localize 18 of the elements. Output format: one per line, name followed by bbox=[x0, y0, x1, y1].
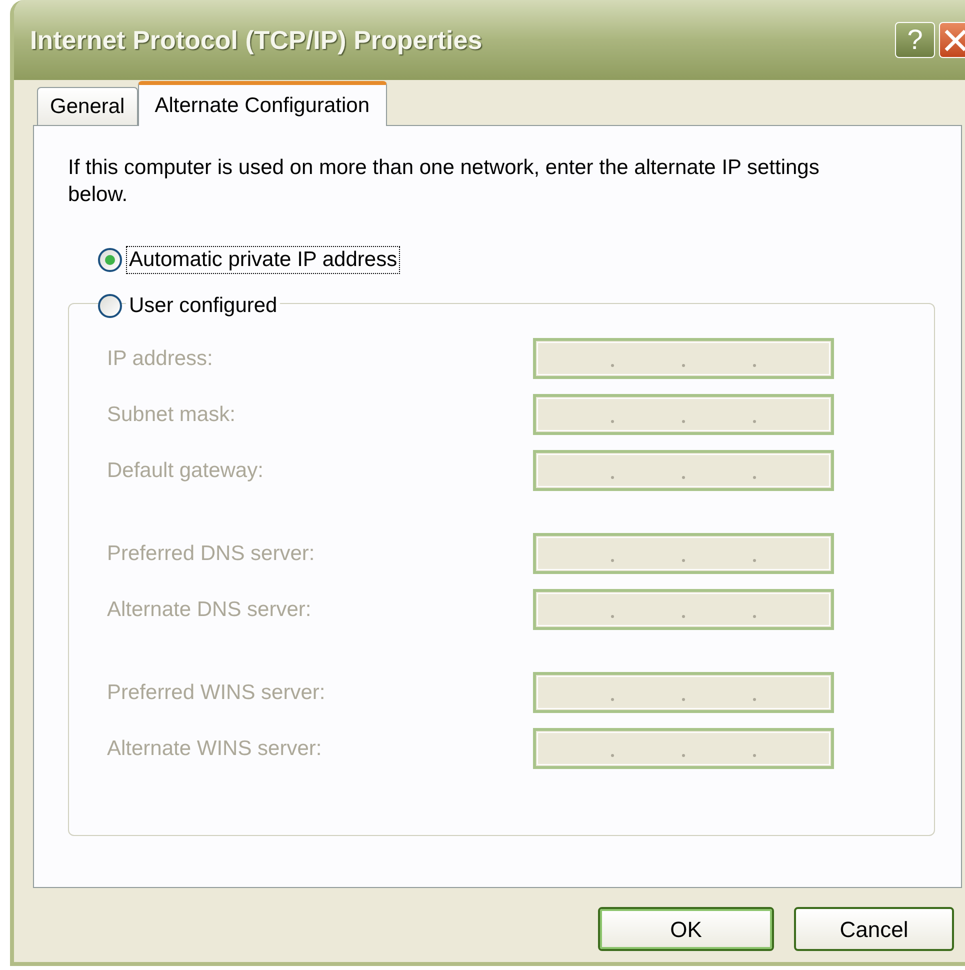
field-label: IP address: bbox=[107, 346, 213, 372]
field-label: Subnet mask: bbox=[107, 402, 236, 428]
tab[interactable]: General bbox=[37, 87, 138, 125]
close-button[interactable] bbox=[939, 22, 965, 58]
field-label: Preferred WINS server: bbox=[107, 680, 326, 706]
intro-text: If this computer is used on more than one network, enter the alternate IP settings below. bbox=[68, 155, 820, 208]
close-icon bbox=[943, 28, 965, 52]
radio-label[interactable]: Automatic private IP address bbox=[126, 246, 400, 274]
tab[interactable]: Alternate Configuration bbox=[138, 81, 387, 126]
radio-button[interactable] bbox=[98, 294, 122, 318]
radio-button[interactable] bbox=[98, 248, 122, 272]
window-title: Internet Protocol (TCP/IP) Properties bbox=[30, 24, 482, 56]
field-label: Alternate DNS server: bbox=[107, 596, 312, 623]
field-label: Default gateway: bbox=[107, 458, 264, 484]
field-label: Alternate WINS server: bbox=[107, 736, 322, 762]
field-label: Preferred DNS server: bbox=[107, 540, 315, 567]
dialog-button[interactable]: OK bbox=[598, 907, 774, 951]
dialog-button[interactable]: Cancel bbox=[794, 907, 954, 951]
